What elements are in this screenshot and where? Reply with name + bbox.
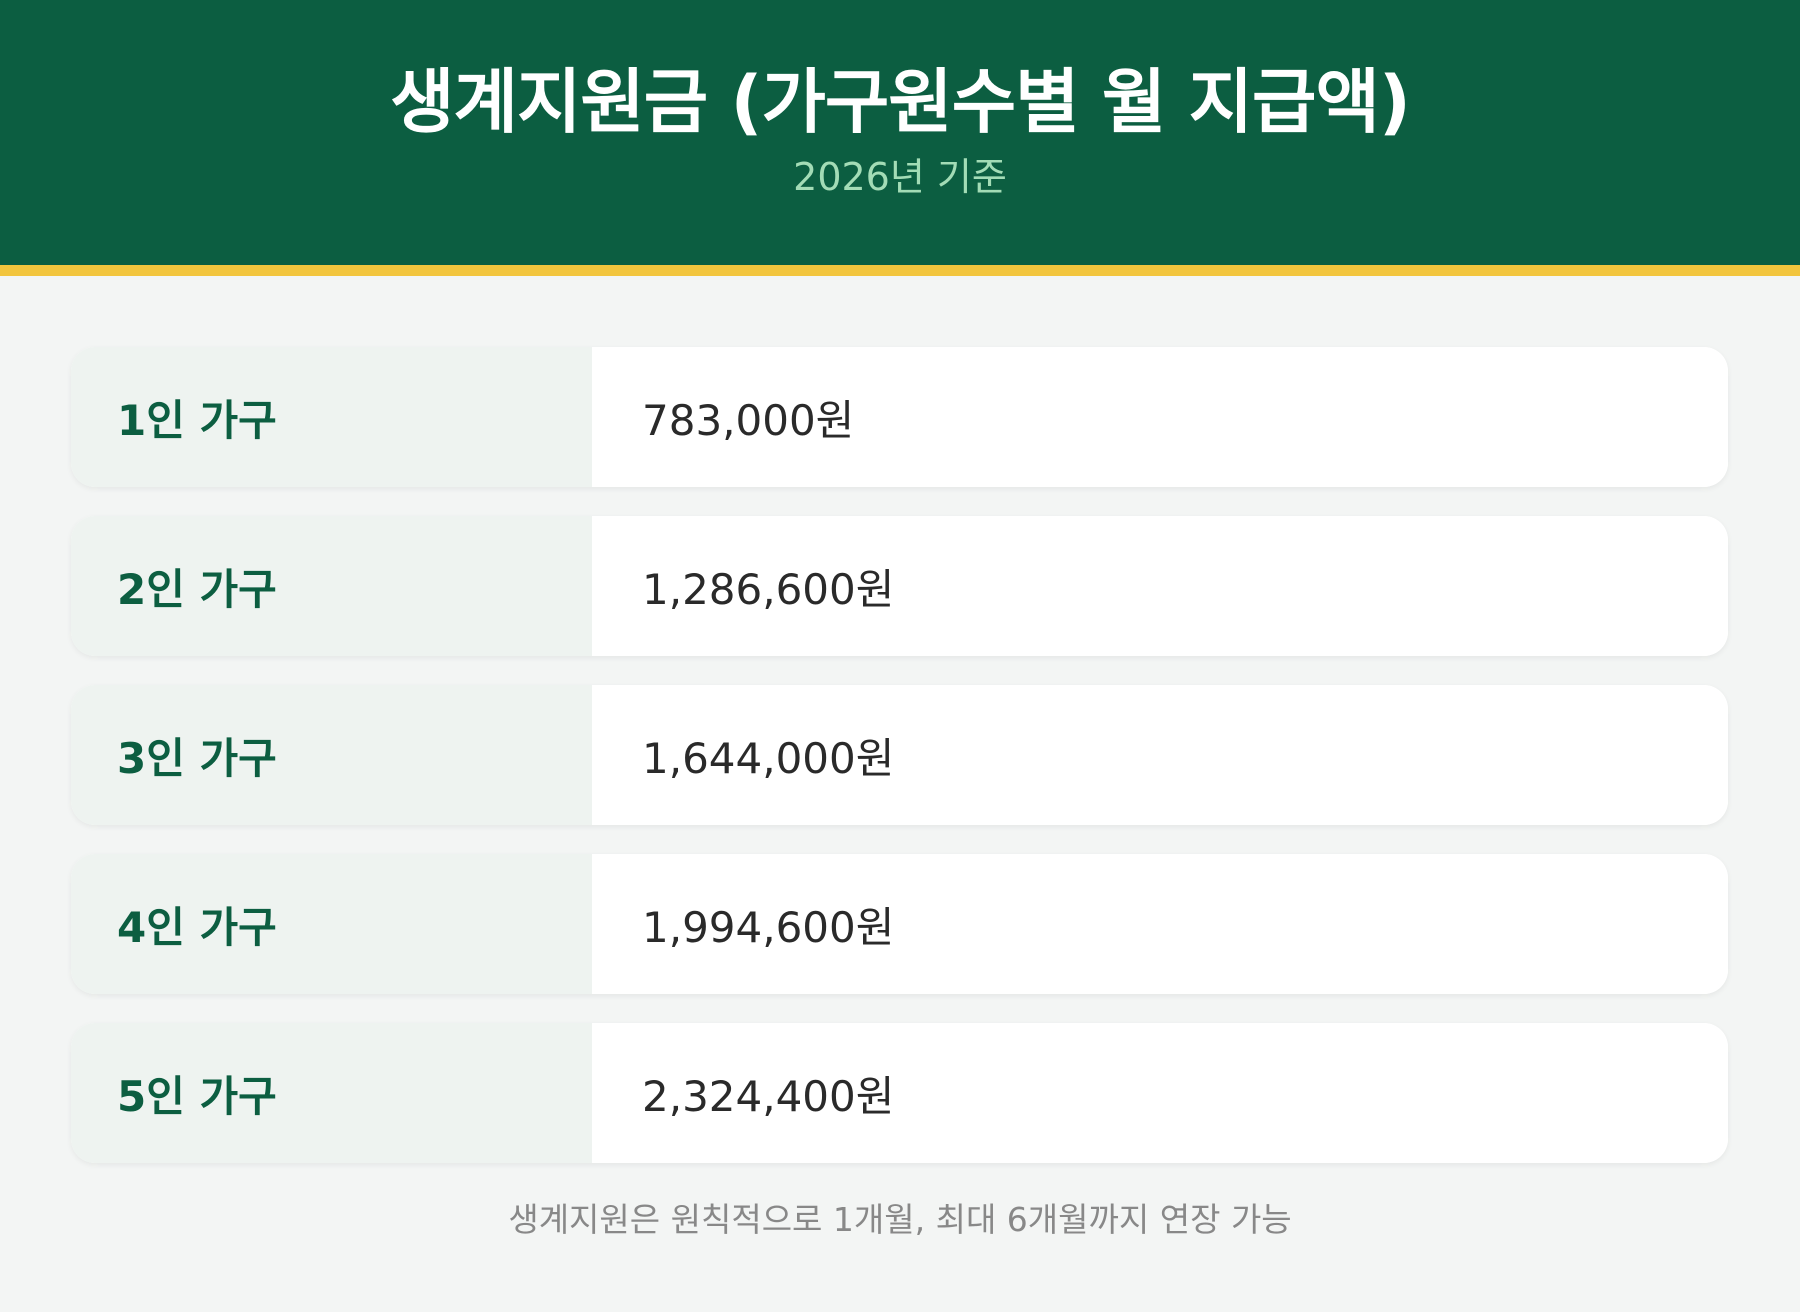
header: 생계지원금 (가구원수별 월 지급액) 2026년 기준 [0, 0, 1800, 276]
footnote: 생계지원은 원칙적으로 1개월, 최대 6개월까지 연장 가능 [508, 1200, 1292, 1239]
monthly-amount: 783,000원 [592, 347, 1728, 487]
monthly-amount: 1,994,600원 [592, 854, 1728, 994]
table-row: 1인 가구 783,000원 [71, 347, 1728, 487]
table-row: 5인 가구 2,324,400원 [71, 1023, 1728, 1163]
household-size-label: 5인 가구 [71, 1023, 592, 1163]
benefit-table: 1인 가구 783,000원 2인 가구 1,286,600원 3인 가구 1,… [71, 347, 1728, 1192]
household-size-label: 3인 가구 [71, 685, 592, 825]
page-subtitle: 2026년 기준 [793, 155, 1007, 199]
table-row: 2인 가구 1,286,600원 [71, 516, 1728, 656]
table-row: 3인 가구 1,644,000원 [71, 685, 1728, 825]
monthly-amount: 2,324,400원 [592, 1023, 1728, 1163]
household-size-label: 2인 가구 [71, 516, 592, 656]
monthly-amount: 1,286,600원 [592, 516, 1728, 656]
household-size-label: 1인 가구 [71, 347, 592, 487]
household-size-label: 4인 가구 [71, 854, 592, 994]
page-title: 생계지원금 (가구원수별 월 지급액) [390, 61, 1411, 143]
table-row: 4인 가구 1,994,600원 [71, 854, 1728, 994]
monthly-amount: 1,644,000원 [592, 685, 1728, 825]
